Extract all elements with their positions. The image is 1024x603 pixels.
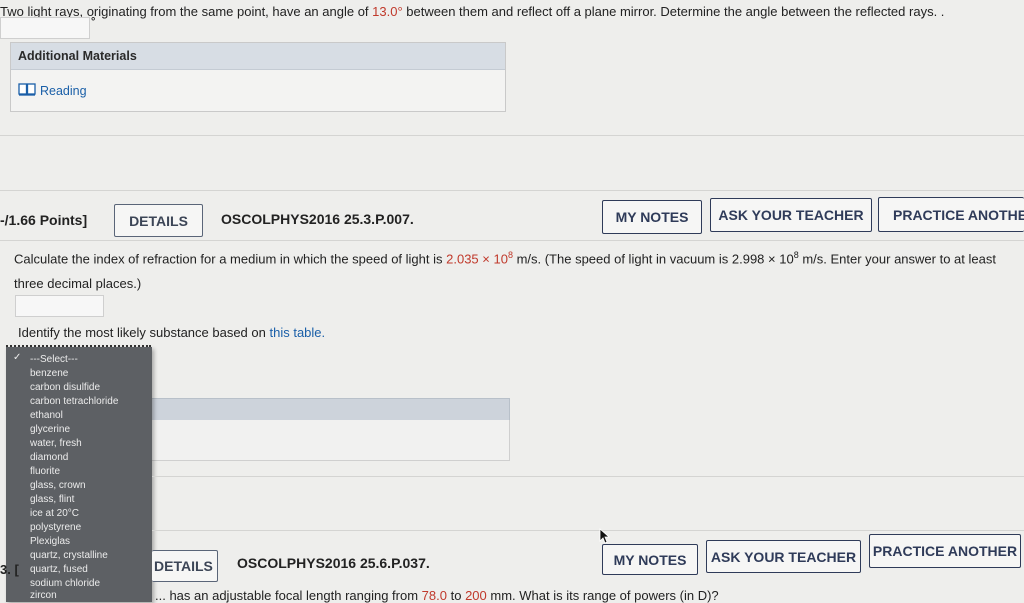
reading-link[interactable]: Reading <box>18 83 87 99</box>
q2-text: Calculate the index of refraction for a … <box>14 250 1024 266</box>
dropdown-option-selected[interactable]: ---Select--- <box>30 353 78 367</box>
dropdown-option[interactable]: polystyrene <box>30 521 81 535</box>
dropdown-option[interactable]: glass, flint <box>30 493 74 507</box>
divider <box>0 190 1024 191</box>
additional-materials-panel: Additional Materials Reading <box>10 42 506 112</box>
divider <box>152 530 1024 531</box>
q2-ask-teacher-button[interactable]: ASK YOUR TEACHER <box>710 198 872 232</box>
q2-text-line2: three decimal places.) <box>14 276 142 291</box>
dropdown-option[interactable]: fluorite <box>30 465 60 479</box>
substance-dropdown-list[interactable]: ✓ ---Select--- benzene carbon disulfide … <box>6 347 152 602</box>
q3-text-after: mm. What is its range of powers (in D)? <box>486 588 719 603</box>
dropdown-option[interactable]: quartz, fused <box>30 563 88 577</box>
divider <box>152 476 1024 477</box>
dropdown-option[interactable]: benzene <box>30 367 68 381</box>
q3-my-notes-button[interactable]: MY NOTES <box>602 544 698 575</box>
dropdown-option[interactable]: ethanol <box>30 409 63 423</box>
q3-number: 3. [ <box>0 562 19 577</box>
mouse-cursor-icon <box>599 528 611 549</box>
divider <box>0 135 1024 136</box>
dropdown-option[interactable]: carbon tetrachloride <box>30 395 118 409</box>
q2-text-mid: m/s. (The speed of light in vacuum is 2.… <box>512 251 794 267</box>
q3-text: ... has an adjustable focal length rangi… <box>155 588 719 603</box>
q2-identify-before: Identify the most likely substance based… <box>18 325 270 340</box>
q2-answer-input[interactable] <box>15 295 104 317</box>
q3-text-mid: to <box>446 588 466 603</box>
q1-degree-unit: ° <box>91 16 96 28</box>
dropdown-option[interactable]: Plexiglas <box>30 535 70 549</box>
q2-problem-code: OSCOLPHYS2016 25.3.P.007. <box>221 211 414 227</box>
dropdown-option[interactable]: ice at 20°C <box>30 507 79 521</box>
reading-label: Reading <box>40 84 87 98</box>
q2-points: -/1.66 Points] <box>0 212 88 228</box>
dropdown-option[interactable]: diamond <box>30 451 68 465</box>
q2-speed-value: 2.035 × 10 <box>446 251 508 267</box>
table-header-bar: s <box>146 398 510 422</box>
dropdown-option[interactable]: glass, crown <box>30 479 86 493</box>
additional-materials-header: Additional Materials <box>11 43 505 70</box>
dropdown-option[interactable]: glycerine <box>30 423 70 437</box>
divider <box>0 240 1024 241</box>
table-body <box>146 420 510 461</box>
book-icon <box>18 83 36 99</box>
q3-to-value: 200 <box>465 588 487 603</box>
q3-ask-teacher-button[interactable]: ASK YOUR TEACHER <box>706 540 861 573</box>
q3-problem-code: OSCOLPHYS2016 25.6.P.037. <box>237 555 430 571</box>
q3-practice-another-button[interactable]: PRACTICE ANOTHER <box>869 534 1021 568</box>
q1-text: Two light rays, originating from the sam… <box>0 4 1024 19</box>
q3-details-button[interactable]: DETAILS <box>152 550 218 582</box>
additional-materials-title: Additional Materials <box>18 49 137 63</box>
q1-angle-value: 13.0° <box>372 4 403 19</box>
dropdown-option[interactable]: zircon <box>30 589 57 603</box>
q2-my-notes-button[interactable]: MY NOTES <box>602 200 702 234</box>
checkmark-icon: ✓ <box>13 352 22 363</box>
q2-practice-another-button[interactable]: PRACTICE ANOTHER <box>878 197 1024 232</box>
q3-text-before: ... has an adjustable focal length rangi… <box>155 588 422 603</box>
dropdown-option[interactable]: carbon disulfide <box>30 381 100 395</box>
q2-text-after: m/s. Enter your answer to at least <box>798 251 996 267</box>
q2-identify-text: Identify the most likely substance based… <box>18 325 325 340</box>
q2-text-before: Calculate the index of refraction for a … <box>14 251 447 267</box>
dropdown-option[interactable]: quartz, crystalline <box>30 549 108 563</box>
dropdown-option[interactable]: water, fresh <box>30 437 82 451</box>
q1-text-after: between them and reflect off a plane mir… <box>402 4 945 19</box>
substance-table-link[interactable]: this table. <box>269 325 325 340</box>
q3-from-value: 78.0 <box>421 588 447 603</box>
q2-details-button[interactable]: DETAILS <box>114 204 203 237</box>
q1-answer-input[interactable] <box>0 17 90 39</box>
